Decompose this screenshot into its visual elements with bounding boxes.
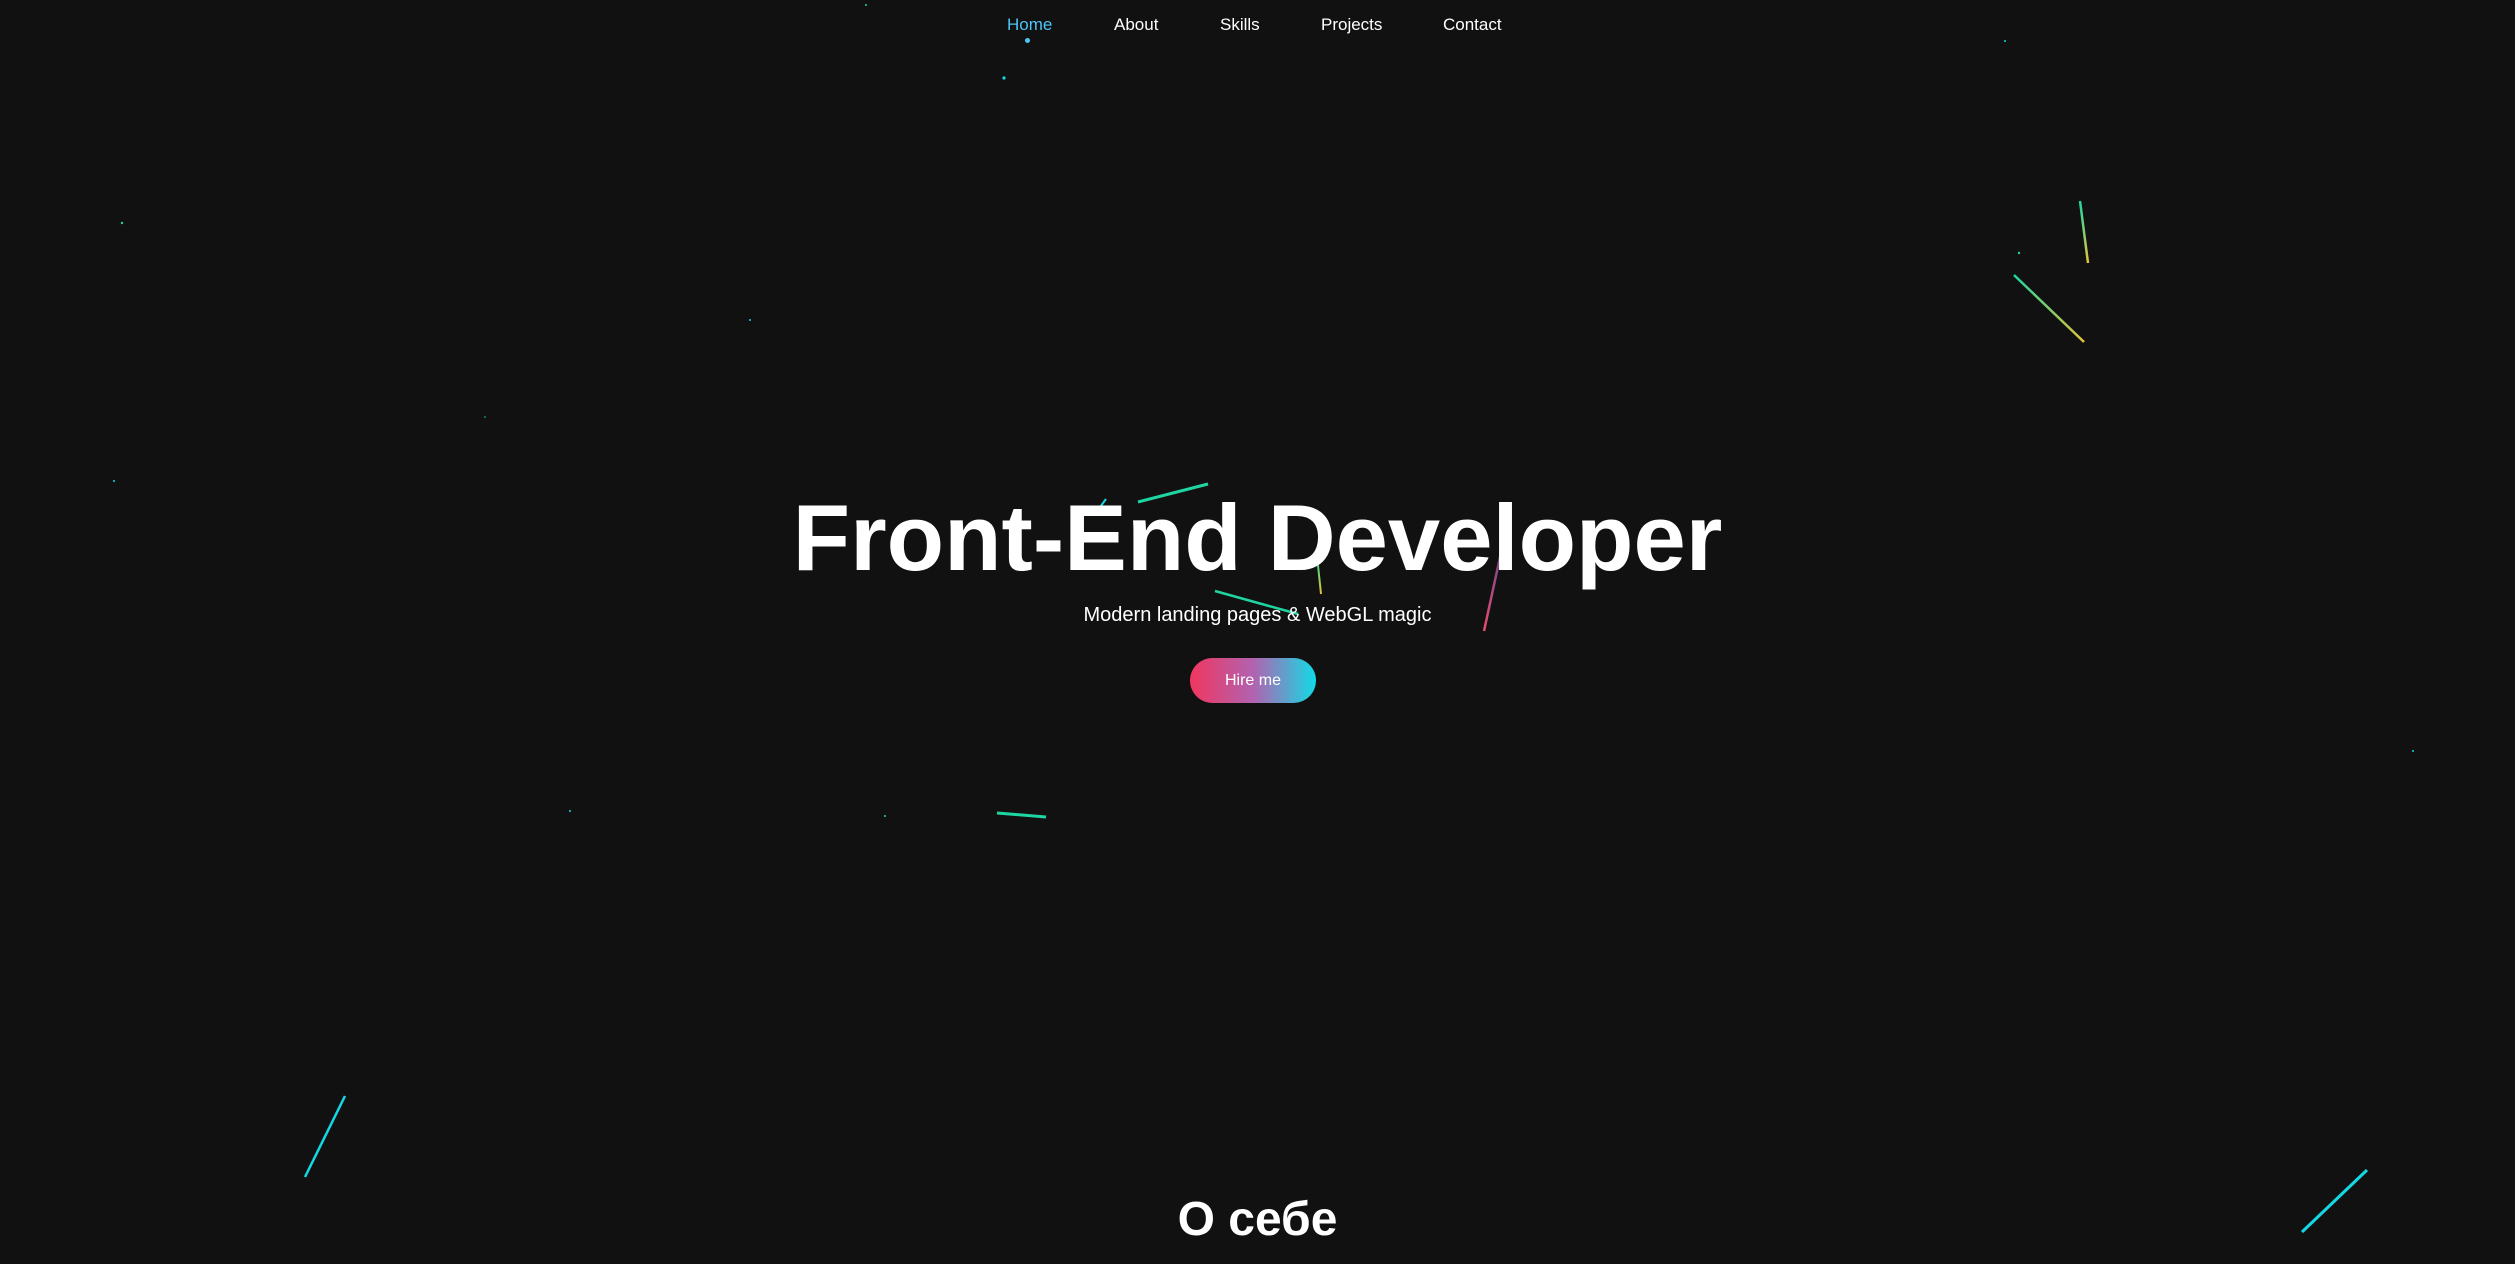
particle-dot (749, 319, 751, 321)
particle-dot (569, 810, 571, 812)
landing-page: Home About Skills Projects Contact Front… (0, 0, 2515, 1264)
particle-streak (303, 1095, 347, 1178)
hire-me-button[interactable]: Hire me (1190, 658, 1316, 703)
particle-streak (996, 811, 1047, 819)
particle-dot (2412, 750, 2414, 752)
nav-home-link[interactable]: Home (1007, 15, 1052, 35)
particle-dot (120, 221, 124, 225)
about-section-heading: О себе (1177, 1193, 1338, 1246)
particle-dot (1002, 76, 1006, 80)
hero-title: Front-End Developer (792, 485, 1723, 590)
particle-streak (2013, 274, 2085, 343)
particle-dot (484, 416, 486, 418)
nav-projects-link[interactable]: Projects (1321, 15, 1382, 35)
particle-background (113, 4, 2414, 1234)
nav-about-link[interactable]: About (1114, 15, 1158, 35)
particle-dot (2017, 251, 2021, 255)
hero-subtitle: Modern landing pages & WebGL magic (1083, 604, 1432, 626)
main-navigation: Home About Skills Projects Contact (0, 0, 2515, 60)
particle-dot (113, 480, 115, 482)
nav-contact-link[interactable]: Contact (1443, 15, 1502, 35)
active-indicator-dot (1025, 38, 1030, 43)
nav-skills-link[interactable]: Skills (1220, 15, 1260, 35)
particle-streak (2078, 200, 2090, 264)
particle-dot (884, 815, 886, 817)
